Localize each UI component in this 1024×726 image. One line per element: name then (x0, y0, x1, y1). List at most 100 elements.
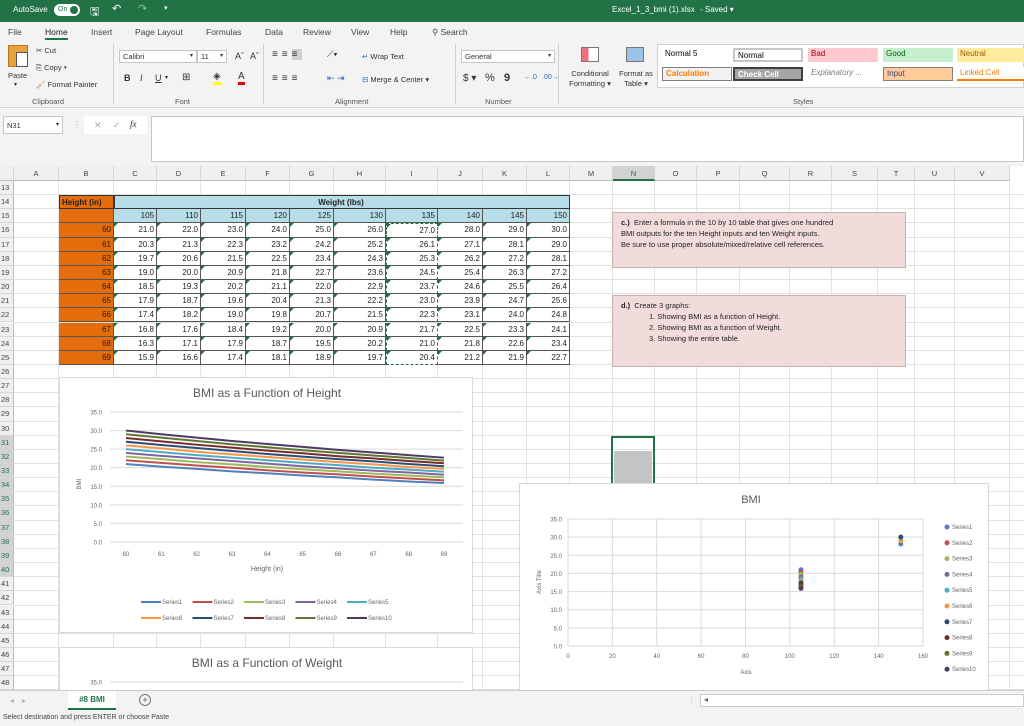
horizontal-scrollbar[interactable]: ◂ (700, 694, 1024, 707)
horizontal-align-icons[interactable]: ≡≡≡ (272, 73, 302, 84)
borders-icon[interactable]: ⊞ (182, 72, 190, 83)
column-header-e[interactable]: E (201, 166, 246, 181)
bmi-cell[interactable]: 21.7 (386, 322, 438, 337)
tab-review[interactable]: Review (303, 27, 331, 37)
bmi-cell[interactable]: 28.0 (438, 223, 483, 238)
bmi-cell[interactable]: 29.0 (483, 223, 527, 238)
format-as-table-button[interactable]: Format as Table ▾ (616, 69, 656, 89)
bmi-cell[interactable]: 20.0 (157, 265, 201, 281)
bmi-cell[interactable]: 22.7 (290, 265, 334, 281)
enter-icon[interactable]: ✓ (113, 120, 121, 131)
bmi-cell[interactable]: 23.0 (386, 294, 438, 309)
cell-style-calculation[interactable]: Calculation (662, 67, 732, 81)
conditional-formatting-button[interactable]: Conditional Formatting ▾ (567, 69, 613, 89)
bmi-cell[interactable]: 30.0 (527, 223, 570, 238)
height-value[interactable]: 68 (59, 336, 114, 351)
comma-button[interactable]: 9 (504, 72, 510, 84)
bmi-cell[interactable]: 24.6 (438, 280, 483, 295)
chart-bmi-scatter[interactable]: BMI 0.0 5.0 10.0 15.0 20.0 25.0 30.0 35.0 0 20 40 60… (519, 483, 989, 690)
fill-color-icon[interactable]: ◈ (213, 71, 221, 85)
bmi-cell[interactable]: 24.2 (290, 237, 334, 252)
bmi-cell[interactable]: 21.5 (334, 308, 386, 323)
row-header-41[interactable]: 41 (0, 577, 14, 592)
bmi-cell[interactable]: 26.1 (386, 237, 438, 252)
bmi-cell[interactable]: 19.3 (157, 280, 201, 295)
row-header-36[interactable]: 36 (0, 506, 14, 521)
row-header-19[interactable]: 19 (0, 265, 14, 281)
bmi-cell[interactable]: 20.2 (334, 336, 386, 351)
bmi-cell[interactable]: 28.1 (483, 237, 527, 252)
row-header-15[interactable]: 15 (0, 209, 14, 224)
tab-page-layout[interactable]: Page Layout (135, 27, 183, 37)
bmi-cell[interactable]: 23.3 (483, 322, 527, 337)
bmi-cell[interactable]: 18.2 (157, 308, 201, 323)
row-header-34[interactable]: 34 (0, 478, 14, 493)
bmi-cell[interactable]: 17.4 (114, 308, 157, 323)
height-value[interactable]: 60 (59, 223, 114, 238)
column-header-q[interactable]: Q (740, 166, 790, 181)
bmi-cell[interactable]: 27.2 (483, 251, 527, 266)
bmi-cell[interactable]: 22.5 (246, 251, 290, 266)
column-header-g[interactable]: G (290, 166, 334, 181)
weight-value[interactable]: 145 (483, 209, 527, 224)
bmi-cell[interactable]: 18.7 (157, 294, 201, 309)
select-all-corner[interactable] (0, 166, 14, 181)
bmi-cell[interactable]: 19.6 (201, 294, 246, 309)
cell-style-check-cell[interactable]: Check Cell (733, 67, 803, 81)
bmi-cell[interactable]: 21.2 (438, 350, 483, 365)
tab-file[interactable]: File (8, 27, 22, 37)
bmi-cell[interactable]: 25.5 (483, 280, 527, 295)
bmi-cell[interactable]: 21.8 (246, 265, 290, 281)
bmi-cell[interactable]: 18.1 (246, 350, 290, 365)
bmi-cell[interactable]: 20.6 (157, 251, 201, 266)
column-header-t[interactable]: T (878, 166, 915, 181)
column-header-o[interactable]: O (655, 166, 697, 181)
height-header-blank[interactable] (59, 209, 114, 224)
column-header-r[interactable]: R (790, 166, 832, 181)
column-header-u[interactable]: U (915, 166, 955, 181)
row-header-29[interactable]: 29 (0, 407, 14, 422)
weight-value[interactable]: 115 (201, 209, 246, 224)
vertical-align-icons[interactable]: ≡≡≡ (272, 49, 302, 60)
bmi-cell[interactable]: 22.0 (157, 223, 201, 238)
tab-insert[interactable]: Insert (91, 27, 112, 37)
indent-icons[interactable]: ⇤ ⇥ (327, 73, 345, 84)
bmi-cell[interactable]: 23.4 (290, 251, 334, 266)
cell-style-explanatory[interactable]: Explanatory ... (808, 67, 878, 81)
bmi-cell[interactable]: 27.2 (527, 265, 570, 281)
add-sheet-button[interactable]: + (139, 694, 151, 706)
bmi-cell[interactable]: 17.9 (114, 294, 157, 309)
weight-value[interactable]: 120 (246, 209, 290, 224)
italic-button[interactable]: I (140, 73, 143, 83)
bmi-cell[interactable]: 25.0 (290, 223, 334, 238)
save-status[interactable]: - Saved ▾ (700, 5, 734, 14)
bmi-cell[interactable]: 23.7 (386, 280, 438, 295)
row-header-13[interactable]: 13 (0, 181, 14, 196)
column-header-b[interactable]: B (59, 166, 114, 181)
weight-value[interactable]: 105 (114, 209, 157, 224)
bmi-cell[interactable]: 28.1 (527, 251, 570, 266)
bmi-cell[interactable]: 19.5 (290, 336, 334, 351)
bmi-cell[interactable]: 24.0 (483, 308, 527, 323)
decrease-decimal-icon[interactable]: .00→ (542, 74, 559, 81)
row-header-18[interactable]: 18 (0, 251, 14, 266)
tab-home[interactable]: Home (45, 27, 68, 40)
bmi-cell[interactable]: 20.0 (290, 322, 334, 337)
cell-style-normal[interactable]: Normal (733, 48, 803, 62)
cell-style-normal-5[interactable]: Normal 5 (662, 48, 732, 62)
column-header-c[interactable]: C (114, 166, 157, 181)
bmi-cell[interactable]: 25.2 (334, 237, 386, 252)
bmi-cell[interactable]: 20.7 (290, 308, 334, 323)
bmi-cell[interactable]: 27.0 (386, 223, 438, 238)
row-header-47[interactable]: 47 (0, 662, 14, 677)
bmi-cell[interactable]: 21.1 (246, 280, 290, 295)
bmi-cell[interactable]: 24.1 (527, 322, 570, 337)
row-header-40[interactable]: 40 (0, 563, 14, 578)
bmi-cell[interactable]: 23.1 (438, 308, 483, 323)
copy-button[interactable]: ⎘ Copy ▾ (36, 63, 67, 73)
bmi-cell[interactable]: 18.9 (290, 350, 334, 365)
bmi-cell[interactable]: 21.0 (386, 336, 438, 351)
weight-value[interactable]: 150 (527, 209, 570, 224)
row-header-28[interactable]: 28 (0, 393, 14, 408)
number-format-select[interactable]: General ▾ (461, 50, 555, 63)
